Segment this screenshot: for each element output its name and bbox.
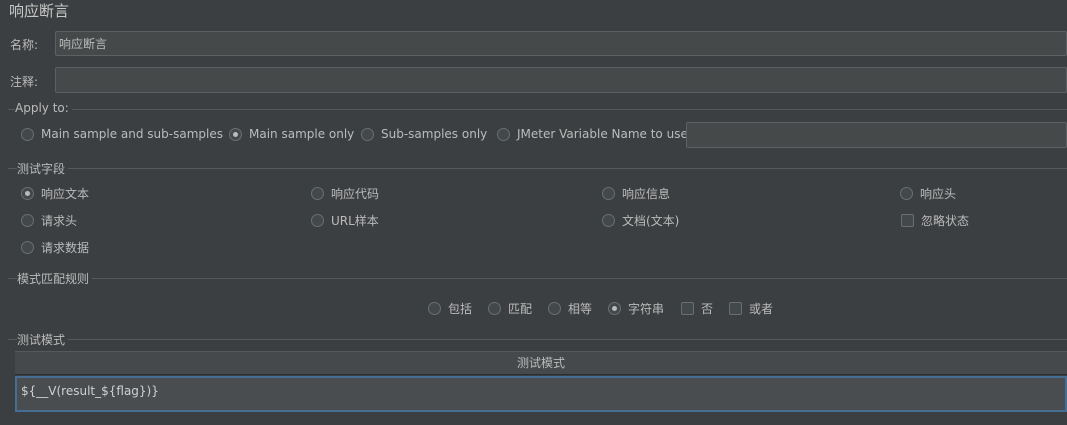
- radio-unselected-icon: [311, 214, 324, 227]
- jmeter-variable-name-input[interactable]: [686, 122, 1067, 148]
- radio-unselected-icon: [361, 127, 374, 141]
- test-field-title: 测试字段: [17, 160, 69, 177]
- checkbox-unchecked-icon: [901, 214, 914, 227]
- radio-unselected-icon: [21, 127, 34, 141]
- panel-title: 响应断言: [9, 2, 70, 20]
- apply-to-title: Apply to:: [15, 101, 72, 115]
- field-document-text-radio[interactable]: 文档(文本): [602, 212, 679, 229]
- checkbox-label: 或者: [749, 302, 774, 316]
- name-input[interactable]: 响应断言: [55, 31, 1067, 56]
- radio-label: 文档(文本): [622, 214, 680, 228]
- field-response-headers-radio[interactable]: 响应头: [900, 185, 956, 202]
- comment-input[interactable]: [55, 67, 1067, 93]
- radio-selected-icon: [21, 187, 34, 200]
- radio-selected-icon: [608, 302, 621, 315]
- radio-label: 响应头: [920, 187, 957, 201]
- field-response-message-radio[interactable]: 响应信息: [602, 185, 670, 202]
- field-request-headers-radio[interactable]: 请求头: [21, 212, 77, 229]
- pattern-rules-title: 模式匹配规则: [17, 270, 93, 287]
- radio-unselected-icon: [21, 214, 34, 227]
- radio-label: 响应信息: [622, 187, 671, 201]
- ignore-status-checkbox[interactable]: 忽略状态: [901, 212, 969, 229]
- rule-equals-radio[interactable]: 相等: [548, 300, 592, 317]
- radio-unselected-icon: [602, 187, 615, 200]
- radio-selected-icon: [229, 127, 242, 141]
- pattern-cell[interactable]: ${__V(result_${flag})}: [21, 384, 159, 398]
- rule-or-checkbox[interactable]: 或者: [729, 300, 773, 317]
- radio-label: 请求数据: [41, 241, 90, 255]
- radio-label: 包括: [448, 302, 473, 316]
- apply-main-only-radio[interactable]: Main sample only: [229, 127, 354, 141]
- radio-label: JMeter Variable Name to use: [517, 127, 688, 141]
- test-patterns-divider: [8, 339, 1067, 340]
- apply-sub-only-radio[interactable]: Sub-samples only: [361, 127, 487, 141]
- comment-label: 注释:: [10, 75, 39, 89]
- radio-unselected-icon: [548, 302, 561, 315]
- rule-contains-radio[interactable]: 包括: [428, 300, 472, 317]
- checkbox-unchecked-icon: [729, 302, 742, 315]
- checkbox-unchecked-icon: [681, 302, 694, 315]
- radio-unselected-icon: [488, 302, 501, 315]
- radio-label: Main sample and sub-samples: [41, 127, 223, 141]
- rule-substring-radio[interactable]: 字符串: [608, 300, 664, 317]
- radio-unselected-icon: [21, 241, 34, 254]
- radio-label: 匹配: [508, 302, 533, 316]
- radio-unselected-icon: [497, 127, 510, 141]
- radio-label: 请求头: [41, 214, 78, 228]
- name-label: 名称:: [10, 38, 39, 52]
- radio-label: 响应文本: [41, 187, 90, 201]
- field-request-data-radio[interactable]: 请求数据: [21, 239, 89, 256]
- patterns-table-header[interactable]: 测试模式: [15, 351, 1067, 375]
- field-response-code-radio[interactable]: 响应代码: [311, 185, 379, 202]
- field-response-text-radio[interactable]: 响应文本: [21, 185, 89, 202]
- radio-unselected-icon: [428, 302, 441, 315]
- checkbox-label: 否: [701, 302, 714, 316]
- apply-main-and-sub-radio[interactable]: Main sample and sub-samples: [21, 127, 223, 141]
- apply-to-divider: [8, 109, 1067, 110]
- radio-unselected-icon: [311, 187, 324, 200]
- radio-label: Sub-samples only: [381, 127, 488, 141]
- pattern-rules-divider: [8, 278, 1067, 279]
- radio-label: 字符串: [628, 302, 665, 316]
- test-field-divider: [8, 168, 1067, 169]
- rule-matches-radio[interactable]: 匹配: [488, 300, 532, 317]
- radio-label: 响应代码: [331, 187, 380, 201]
- test-patterns-title: 测试模式: [17, 331, 69, 348]
- radio-unselected-icon: [602, 214, 615, 227]
- rule-not-checkbox[interactable]: 否: [681, 300, 713, 317]
- table-row[interactable]: ${__V(result_${flag})}: [15, 376, 1067, 412]
- radio-label: Main sample only: [249, 127, 355, 141]
- radio-label: URL样本: [331, 214, 379, 228]
- apply-jmeter-variable-radio[interactable]: JMeter Variable Name to use: [497, 127, 688, 141]
- checkbox-label: 忽略状态: [921, 214, 970, 228]
- radio-unselected-icon: [900, 187, 913, 200]
- radio-label: 相等: [568, 302, 593, 316]
- field-url-sample-radio[interactable]: URL样本: [311, 212, 379, 229]
- patterns-column-header: 测试模式: [516, 356, 565, 370]
